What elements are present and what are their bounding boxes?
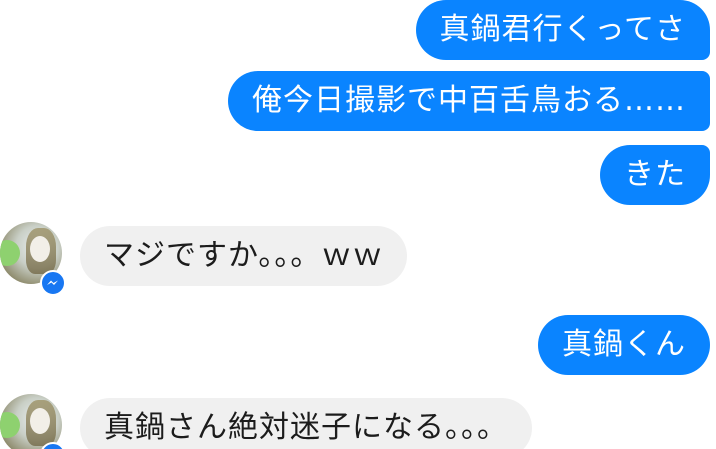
incoming-message[interactable]: マジですか。。。ｗｗ [80,226,408,286]
outgoing-message[interactable]: 真鍋くん [538,315,710,375]
messenger-icon [40,270,66,296]
outgoing-message[interactable]: きた [600,145,710,205]
chat-thread: 真鍋君行くってさ 俺今日撮影で中百舌鳥おる…… きた マジですか。。。ｗｗ 真鍋… [0,0,716,449]
avatar-face-decoration [30,236,50,262]
contact-avatar[interactable] [0,394,62,449]
messenger-icon [40,442,66,449]
outgoing-message[interactable]: 俺今日撮影で中百舌鳥おる…… [228,71,710,131]
avatar-leaf-decoration [0,412,20,438]
outgoing-message[interactable]: 真鍋君行くってさ [415,0,710,60]
incoming-message[interactable]: 真鍋さん絶対迷子になる。。。 [80,398,532,449]
avatar-leaf-decoration [0,240,20,266]
avatar-face-decoration [30,408,50,434]
